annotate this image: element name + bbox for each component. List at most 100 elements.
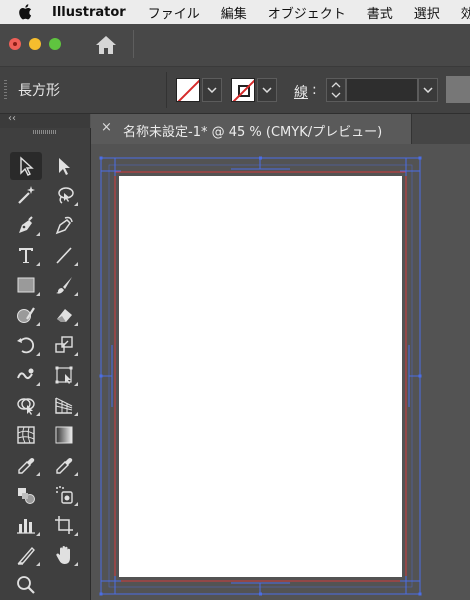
window-title-bar	[0, 24, 470, 67]
column-graph-icon	[17, 519, 35, 534]
chevron-down-icon	[423, 87, 433, 93]
blend-tool[interactable]	[10, 481, 42, 509]
toolbar-divider	[133, 30, 134, 58]
document-tab[interactable]: × 名称未設定-1* @ 45 % (CMYK/プレビュー)	[91, 114, 412, 144]
control-bar-grip[interactable]	[4, 80, 7, 100]
shape-builder-icon	[17, 398, 35, 415]
free-transform-icon	[55, 366, 73, 384]
tab-close-icon[interactable]: ×	[101, 120, 112, 135]
menu-edit[interactable]: 編集	[221, 3, 247, 22]
fill-swatch[interactable]	[176, 78, 200, 102]
control-bar-divider	[166, 72, 167, 108]
column-graph-tool[interactable]	[10, 511, 42, 539]
stroke-width-input[interactable]	[346, 78, 418, 102]
shaper-icon	[17, 307, 35, 323]
tool-group-indicator	[74, 532, 78, 536]
shape-builder-tool[interactable]	[10, 391, 42, 419]
mesh-icon	[17, 426, 35, 444]
tool-group-indicator	[74, 472, 78, 476]
tools-panel	[0, 128, 91, 600]
stroke-width-dropdown[interactable]	[418, 78, 438, 102]
chevron-down-icon	[207, 87, 217, 93]
line-segment-tool[interactable]	[48, 241, 80, 269]
menu-type[interactable]: 書式	[367, 3, 393, 22]
direct-selection-tool[interactable]	[48, 152, 80, 180]
curvature-tool[interactable]	[48, 211, 80, 239]
app-menu-illustrator[interactable]: Illustrator	[52, 5, 126, 20]
none-stroke-icon	[232, 79, 254, 101]
rectangle-tool[interactable]	[10, 271, 42, 299]
selection-tool[interactable]	[10, 152, 42, 180]
tool-group-indicator	[74, 202, 78, 206]
lasso-tool[interactable]	[48, 181, 80, 209]
direct-selection-arrow-icon	[59, 158, 70, 175]
tool-group-indicator	[36, 382, 40, 386]
tool-group-indicator	[74, 412, 78, 416]
stroke-label[interactable]: 線	[294, 82, 308, 102]
warp-icon	[17, 368, 34, 380]
warp-tool[interactable]	[10, 361, 42, 389]
home-icon[interactable]	[94, 34, 118, 56]
artboard[interactable]	[119, 176, 402, 577]
magic-wand-tool[interactable]	[10, 181, 42, 209]
menu-file[interactable]: ファイル	[148, 3, 200, 22]
tools-panel-grip[interactable]	[33, 130, 57, 134]
stroke-colon: :	[312, 82, 317, 98]
fill-dropdown-button[interactable]	[202, 78, 222, 102]
type-t-icon	[19, 248, 33, 263]
scale-tool[interactable]	[48, 331, 80, 359]
stroke-swatch[interactable]	[231, 78, 255, 102]
tool-group-indicator	[74, 292, 78, 296]
knife-icon	[17, 546, 35, 565]
zoom-tool[interactable]	[10, 571, 42, 599]
perspective-grid-tool[interactable]	[48, 391, 80, 419]
magic-wand-icon	[18, 186, 35, 204]
stroke-dropdown-button[interactable]	[257, 78, 277, 102]
tools-panel-header: ‹‹	[0, 113, 90, 128]
minimize-icon[interactable]	[29, 38, 41, 50]
tool-group-indicator	[36, 412, 40, 416]
eraser-icon	[57, 309, 72, 322]
slice-tool[interactable]	[10, 541, 42, 569]
tool-group-indicator	[36, 352, 40, 356]
free-transform-tool[interactable]	[48, 361, 80, 389]
mesh-tool[interactable]	[10, 421, 42, 449]
hand-tool[interactable]	[48, 541, 80, 569]
document-tab-title: 名称未設定-1* @ 45 % (CMYK/プレビュー)	[123, 125, 383, 140]
menu-object[interactable]: オブジェクト	[268, 3, 346, 22]
zoom-icon[interactable]	[49, 38, 61, 50]
collapse-panel-icon[interactable]: ‹‹	[8, 113, 16, 124]
artboard-tool[interactable]	[48, 511, 80, 539]
symbol-sprayer-tool[interactable]	[48, 481, 80, 509]
hand-icon	[56, 546, 70, 564]
control-bar-overflow-button[interactable]	[446, 76, 470, 103]
scale-icon	[55, 336, 73, 353]
type-tool[interactable]	[10, 241, 42, 269]
eyedropper-icon	[56, 458, 73, 474]
eyedropper-tool-2[interactable]	[48, 451, 80, 479]
tool-group-indicator	[36, 292, 40, 296]
menu-bar: Illustrator ファイル 編集 オブジェクト 書式 選択 効果	[0, 0, 470, 24]
tool-group-indicator	[74, 562, 78, 566]
tool-group-indicator	[74, 502, 78, 506]
blend-icon	[18, 488, 35, 504]
menu-select[interactable]: 選択	[414, 3, 440, 22]
canvas-area[interactable]	[91, 145, 470, 600]
pen-tool[interactable]	[10, 211, 42, 239]
symbol-sprayer-icon	[56, 486, 73, 504]
menu-effect[interactable]: 効果	[461, 3, 470, 22]
paintbrush-tool[interactable]	[48, 271, 80, 299]
close-icon[interactable]	[9, 38, 21, 50]
stroke-width-stepper[interactable]	[326, 78, 346, 102]
rotate-icon	[17, 337, 35, 354]
tool-group-indicator	[74, 382, 78, 386]
current-tool-name: 長方形	[18, 83, 60, 99]
eyedropper-tool[interactable]	[10, 451, 42, 479]
stepper-arrows-icon	[331, 82, 341, 98]
shaper-tool[interactable]	[10, 301, 42, 329]
apple-icon[interactable]	[18, 4, 32, 20]
gradient-tool[interactable]	[48, 421, 80, 449]
eraser-tool[interactable]	[48, 301, 80, 329]
rotate-tool[interactable]	[10, 331, 42, 359]
rectangle-icon	[17, 277, 35, 293]
